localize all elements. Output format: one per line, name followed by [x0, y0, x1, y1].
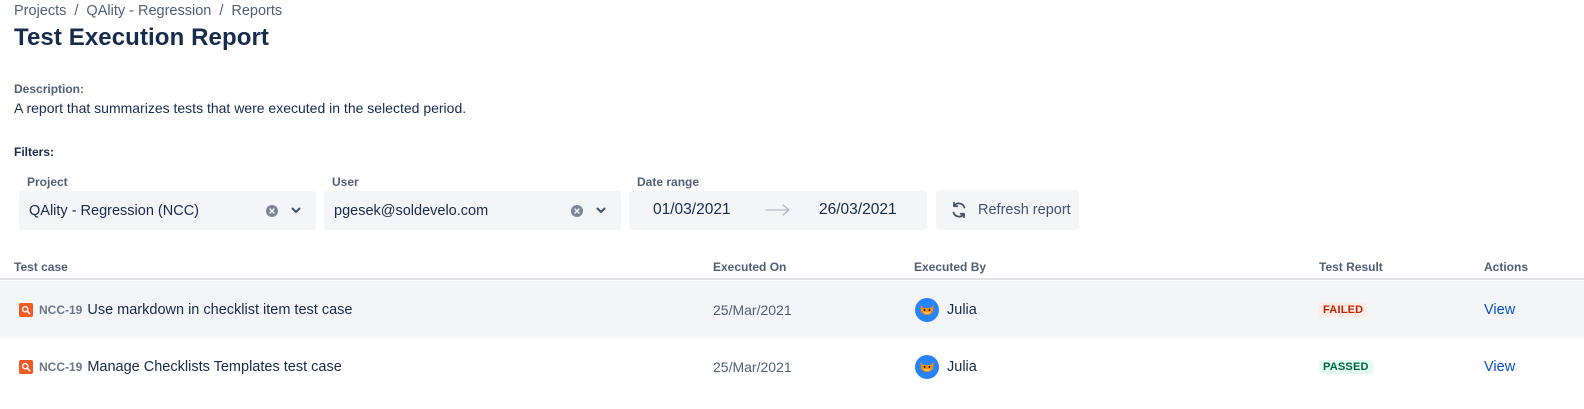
date-range-picker: 01/03/2021 26/03/2021 [629, 191, 927, 230]
project-select-value: QAlity - Regression (NCC) [29, 202, 199, 219]
magnifier-icon [19, 359, 33, 374]
breadcrumb-separator: / [219, 3, 224, 19]
breadcrumb-projects[interactable]: Projects [14, 3, 66, 19]
table-row: NCC-19 Manage Checklists Templates test … [0, 338, 1584, 395]
fox-avatar[interactable] [915, 297, 939, 322]
issue-key-link[interactable]: NCC-19 [39, 303, 82, 317]
issue-summary-link[interactable]: Use markdown in checklist item test case [87, 302, 352, 318]
clear-icon[interactable] [266, 204, 278, 217]
page-title: Test Execution Report [14, 24, 270, 51]
test-case-cell: NCC-19 Use markdown in checklist item te… [19, 281, 352, 338]
chevron-down-icon[interactable] [595, 205, 607, 217]
issue-summary-link[interactable]: Manage Checklists Templates test case [87, 359, 341, 375]
executed-on-cell: 25/Mar/2021 [713, 301, 792, 318]
breadcrumb: Projects / QAlity - Regression / Reports [14, 3, 282, 19]
view-link[interactable]: View [1484, 302, 1515, 318]
executed-by-cell: Julia [915, 338, 977, 395]
date-range-label: Date range [637, 175, 700, 189]
chevron-down-icon[interactable] [290, 205, 302, 217]
column-executed-by[interactable]: Executed By [914, 260, 986, 274]
date-from-input[interactable]: 01/03/2021 [653, 201, 731, 219]
column-actions: Actions [1484, 260, 1529, 274]
fox-avatar[interactable] [915, 354, 939, 379]
refresh-report-button[interactable]: Refresh report [936, 190, 1079, 230]
description-label: Description: [14, 82, 85, 96]
refresh-icon [950, 201, 968, 219]
status-badge: FAILED [1319, 302, 1368, 317]
refresh-button-label: Refresh report [978, 202, 1071, 218]
breadcrumb-reports[interactable]: Reports [231, 3, 282, 19]
user-name: Julia [947, 301, 977, 318]
user-name: Julia [947, 358, 977, 375]
user-filter-label: User [332, 175, 359, 189]
test-result-cell: PASSED [1319, 338, 1373, 395]
filters-label: Filters: [14, 145, 55, 159]
date-to-input[interactable]: 26/03/2021 [819, 201, 897, 219]
column-test-case[interactable]: Test case [14, 260, 68, 274]
table-row: NCC-19 Use markdown in checklist item te… [0, 281, 1584, 338]
executed-on-cell: 25/Mar/2021 [713, 358, 792, 375]
actions-cell: View [1484, 338, 1515, 395]
breadcrumb-separator: / [74, 3, 79, 19]
user-select[interactable]: pgesek@soldevelo.com [324, 191, 621, 230]
view-link[interactable]: View [1484, 359, 1515, 375]
column-test-result[interactable]: Test Result [1319, 260, 1383, 274]
breadcrumb-project[interactable]: QAlity - Regression [86, 3, 211, 19]
test-case-cell: NCC-19 Manage Checklists Templates test … [19, 338, 342, 395]
status-badge: PASSED [1319, 359, 1373, 374]
user-select-value: pgesek@soldevelo.com [334, 202, 489, 219]
description-text: A report that summarizes tests that were… [14, 100, 467, 116]
test-result-cell: FAILED [1319, 281, 1368, 338]
issue-key-link[interactable]: NCC-19 [39, 360, 82, 374]
project-select[interactable]: QAlity - Regression (NCC) [19, 191, 316, 230]
actions-cell: View [1484, 281, 1515, 338]
column-executed-on[interactable]: Executed On [713, 260, 786, 274]
magnifier-icon [19, 302, 33, 317]
project-filter-label: Project [27, 175, 68, 189]
clear-icon[interactable] [571, 204, 583, 217]
table-header: Test case Executed On Executed By Test R… [0, 258, 1584, 280]
arrow-right-icon [765, 203, 791, 222]
executed-by-cell: Julia [915, 281, 977, 338]
